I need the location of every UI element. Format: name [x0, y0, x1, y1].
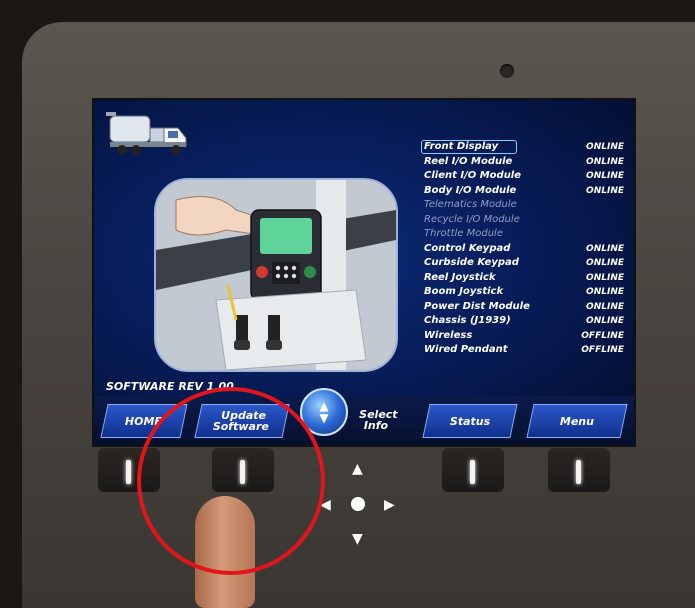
vacuum-truck-icon	[106, 112, 187, 155]
module-row-body-io[interactable]: Body I/O Module ONLINE	[424, 184, 624, 199]
module-name: Wireless	[424, 329, 473, 341]
module-status: ONLINE	[586, 287, 624, 297]
status-button[interactable]: Status	[422, 404, 518, 438]
module-name: Front Display	[421, 140, 518, 154]
module-status: ONLINE	[586, 301, 624, 312]
module-row-power-dist[interactable]: Power Dist Module ONLINE	[424, 300, 624, 315]
module-row-throttle[interactable]: Throttle Module	[424, 227, 624, 242]
select-info-button[interactable]: Select Info	[341, 404, 414, 436]
dpad-up-icon[interactable]: ▲	[352, 462, 363, 476]
module-name: Recycle I/O Module	[424, 213, 520, 225]
menu-button[interactable]: Menu	[526, 404, 628, 438]
module-name: Control Keypad	[424, 242, 511, 254]
module-status: OFFLINE	[581, 330, 624, 341]
led-indicator	[470, 460, 475, 484]
module-status: OFFLINE	[581, 345, 624, 355]
dpad-right-icon[interactable]: ▶	[384, 498, 395, 512]
module-row-chassis[interactable]: Chassis (J1939) ONLINE	[424, 314, 624, 329]
module-status: ONLINE	[586, 171, 624, 181]
module-row-telematics[interactable]: Telematics Module	[424, 198, 624, 213]
module-row-curbside-keypad[interactable]: Curbside Keypad ONLINE	[424, 256, 624, 271]
module-name: Power Dist Module	[424, 300, 530, 312]
led-indicator	[126, 460, 131, 484]
module-row-front-display[interactable]: Front Display ONLINE	[421, 140, 624, 155]
operator-panel-image	[156, 180, 396, 370]
module-row-wireless[interactable]: Wireless OFFLINE	[424, 329, 624, 344]
status-label: Status	[449, 414, 491, 428]
directional-pad-icon[interactable]: ▲ ◀ ▶ ▼	[318, 458, 400, 548]
module-name: Client I/O Module	[424, 170, 522, 181]
module-name: Telematics Module	[424, 199, 517, 210]
led-indicator	[576, 460, 581, 484]
module-status-list: Front Display ONLINE Reel I/O Module ONL…	[421, 140, 624, 358]
module-row-reel-io[interactable]: Reel I/O Module ONLINE	[424, 155, 624, 170]
module-status: ONLINE	[586, 316, 624, 326]
module-row-reel-joystick[interactable]: Reel Joystick ONLINE	[424, 271, 624, 286]
module-row-client-io[interactable]: Client I/O Module ONLINE	[424, 169, 624, 184]
down-arrow-icon: ▼	[319, 411, 329, 425]
dpad-down-icon[interactable]: ▼	[352, 532, 363, 546]
module-row-wired-pendant[interactable]: Wired Pendant OFFLINE	[424, 343, 624, 358]
module-name: Curbside Keypad	[424, 257, 519, 268]
module-name: Throttle Module	[424, 228, 503, 239]
module-row-control-keypad[interactable]: Control Keypad ONLINE	[424, 242, 624, 257]
module-name: Reel I/O Module	[424, 155, 513, 167]
dpad-center-button[interactable]	[351, 497, 365, 511]
module-name: Wired Pendant	[424, 344, 508, 355]
module-name: Body I/O Module	[424, 184, 517, 196]
module-name: Chassis (J1939)	[424, 315, 511, 326]
module-row-boom-joystick[interactable]: Boom Joystick ONLINE	[424, 285, 624, 300]
module-status: ONLINE	[586, 185, 624, 196]
module-status: ONLINE	[586, 258, 624, 268]
module-row-recycle-io[interactable]: Recycle I/O Module	[424, 213, 624, 228]
hardware-key-4[interactable]	[548, 448, 610, 492]
keypad-illustration	[154, 178, 398, 372]
display-screen: Front Display ONLINE Reel I/O Module ONL…	[92, 98, 636, 447]
highlight-circle	[137, 387, 325, 575]
bezel-sensor	[500, 64, 514, 78]
module-status: ONLINE	[586, 272, 624, 283]
menu-label: Menu	[559, 414, 595, 428]
module-status: ONLINE	[586, 243, 624, 254]
hardware-key-3[interactable]	[442, 448, 504, 492]
select-info-label-line2: Info	[363, 419, 388, 432]
module-status: ONLINE	[586, 142, 624, 152]
module-name: Boom Joystick	[424, 286, 504, 297]
module-status: ONLINE	[586, 156, 624, 167]
module-name: Reel Joystick	[424, 271, 496, 283]
